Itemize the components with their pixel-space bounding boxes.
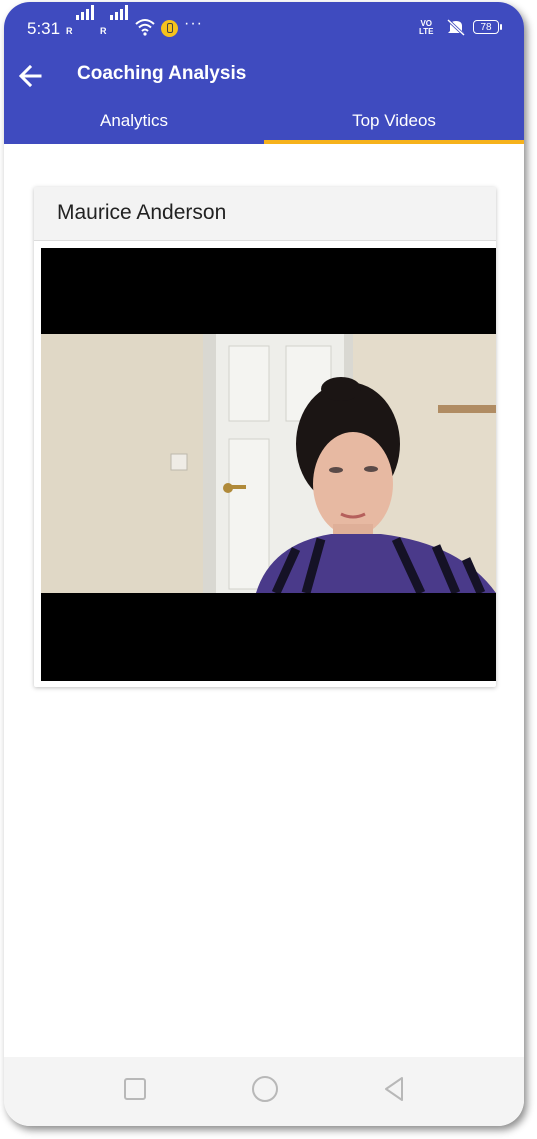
- phone-screen: 5:31 R R ··· VO LTE 78 Coaching Analysis…: [4, 2, 524, 1126]
- back-arrow-icon[interactable]: [14, 59, 48, 93]
- nav-back-icon[interactable]: [380, 1074, 410, 1104]
- more-notifications: ···: [184, 15, 203, 32]
- system-nav-bar: [4, 1057, 524, 1126]
- app-bar: 5:31 R R ··· VO LTE 78 Coaching Analysis…: [4, 2, 524, 144]
- video-card: Maurice Anderson: [34, 187, 496, 687]
- volte-icon: VO LTE: [419, 19, 434, 36]
- battery-icon: 78: [473, 20, 502, 34]
- status-bar: 5:31 R R ··· VO LTE 78: [4, 2, 524, 52]
- status-time: 5:31: [27, 19, 61, 38]
- hotspot-icon: [161, 20, 178, 37]
- tab-analytics[interactable]: Analytics: [4, 106, 264, 144]
- tab-top-videos[interactable]: Top Videos: [264, 106, 524, 144]
- wifi-icon: [135, 19, 155, 36]
- mute-icon: [446, 18, 466, 36]
- video-thumbnail: [41, 334, 496, 593]
- recents-icon[interactable]: [120, 1074, 150, 1104]
- video-author-name: Maurice Anderson: [57, 201, 227, 224]
- video-player[interactable]: [41, 248, 496, 681]
- page-title: Coaching Analysis: [77, 63, 247, 84]
- card-header: Maurice Anderson: [34, 187, 496, 241]
- home-icon[interactable]: [250, 1074, 280, 1104]
